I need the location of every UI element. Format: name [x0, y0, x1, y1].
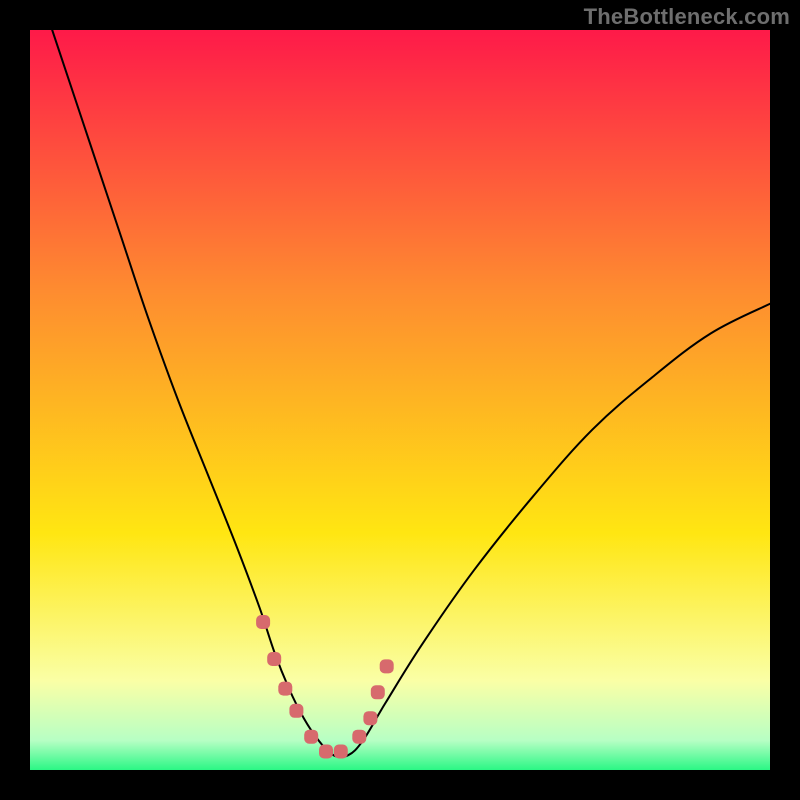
marker-dot [304, 730, 318, 744]
marker-dot [380, 659, 394, 673]
bottleneck-chart [30, 30, 770, 770]
watermark-text: TheBottleneck.com [584, 4, 790, 30]
marker-dot [278, 682, 292, 696]
marker-dot [352, 730, 366, 744]
marker-dot [363, 711, 377, 725]
marker-dot [256, 615, 270, 629]
marker-dot [319, 745, 333, 759]
marker-dot [334, 745, 348, 759]
marker-dot [267, 652, 281, 666]
marker-dot [371, 685, 385, 699]
marker-dot [289, 704, 303, 718]
plot-area [30, 30, 770, 770]
gradient-background [30, 30, 770, 770]
chart-stage: TheBottleneck.com [0, 0, 800, 800]
